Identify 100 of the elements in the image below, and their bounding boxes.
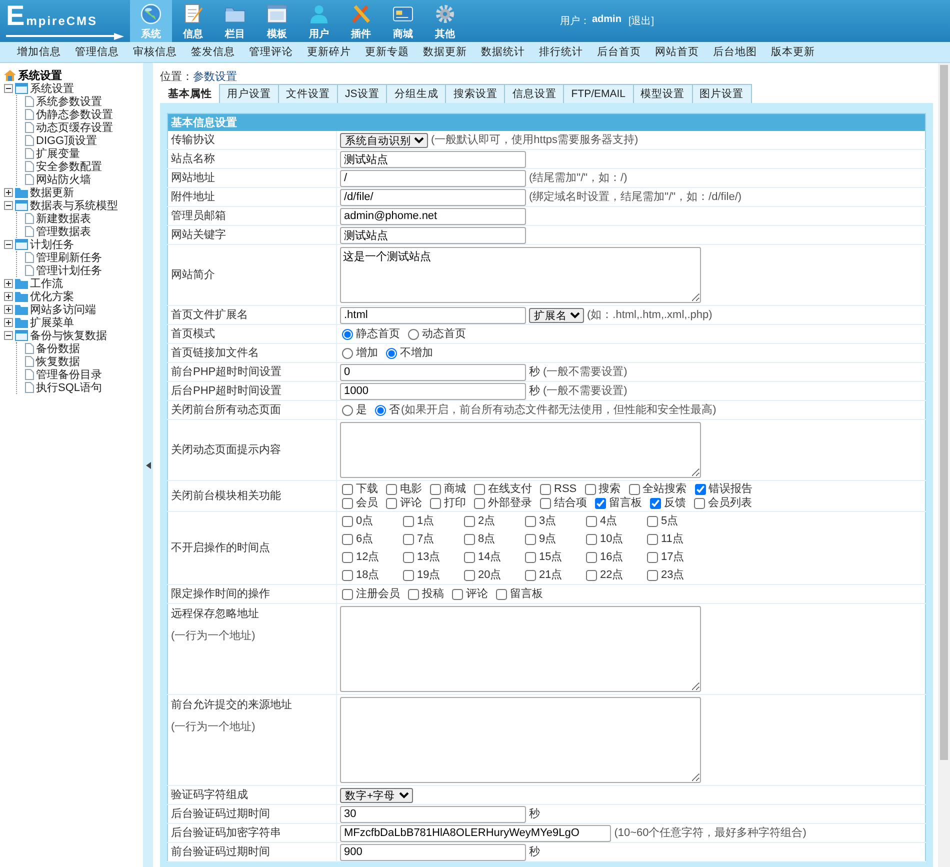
checkbox[interactable]: [525, 570, 536, 580]
text-field[interactable]: 测试站点: [340, 226, 526, 244]
collapse-toggle[interactable]: [4, 240, 13, 249]
tree-item[interactable]: 系统参数设置: [36, 94, 102, 109]
checkbox[interactable]: [540, 498, 551, 508]
dropdown[interactable]: 系统自动识别: [340, 132, 428, 148]
checkbox[interactable]: [540, 484, 551, 494]
menu-link[interactable]: 数据更新: [416, 45, 474, 59]
radio-button[interactable]: [342, 328, 353, 340]
checkbox[interactable]: [496, 588, 507, 600]
checkbox[interactable]: [474, 498, 485, 508]
nav-tab[interactable]: 模板: [256, 0, 298, 42]
expand-toggle[interactable]: [4, 188, 13, 197]
checkbox[interactable]: [584, 484, 596, 494]
scrollbar[interactable]: [938, 63, 950, 867]
tree-item[interactable]: 执行SQL语句: [36, 380, 102, 395]
tab[interactable]: 用户设置: [219, 84, 279, 103]
tab[interactable]: 搜索设置: [445, 84, 506, 103]
checkbox[interactable]: [694, 484, 706, 494]
text-field[interactable]: admin@phome.net: [340, 208, 526, 224]
checkbox[interactable]: [386, 498, 397, 508]
radio-button[interactable]: [342, 404, 353, 416]
menu-link[interactable]: 更新专题: [358, 45, 416, 59]
menu-link[interactable]: 数据统计: [474, 45, 532, 59]
tab[interactable]: 信息设置: [504, 84, 564, 103]
expand-toggle[interactable]: [4, 292, 13, 301]
collapse-toggle[interactable]: [4, 331, 13, 340]
checkbox[interactable]: [647, 534, 658, 544]
tree-item[interactable]: 动态页缓存设置: [36, 120, 113, 135]
text-field[interactable]: /: [340, 170, 526, 186]
checkbox[interactable]: [342, 552, 353, 562]
text-area[interactable]: [340, 422, 701, 478]
tree-folder[interactable]: 工作流: [30, 276, 63, 291]
tree-item[interactable]: 管理刷新任务: [36, 250, 102, 265]
expand-toggle[interactable]: [4, 279, 13, 288]
checkbox[interactable]: [464, 570, 475, 580]
checkbox[interactable]: [403, 552, 414, 562]
text-field[interactable]: 900: [340, 844, 526, 860]
tree-folder[interactable]: 扩展菜单: [30, 315, 74, 330]
tree-item[interactable]: 恢复数据: [36, 354, 80, 369]
checkbox[interactable]: [586, 534, 597, 544]
checkbox[interactable]: [342, 588, 353, 600]
checkbox[interactable]: [464, 534, 475, 544]
text-field[interactable]: 1000: [340, 382, 526, 400]
checkbox[interactable]: [650, 498, 661, 508]
expand-toggle[interactable]: [4, 318, 13, 327]
checkbox[interactable]: [647, 552, 658, 562]
text-field[interactable]: 30: [340, 806, 526, 822]
nav-tab[interactable]: 商城: [382, 0, 424, 42]
tree-item[interactable]: 备份数据: [36, 341, 80, 356]
tree-item[interactable]: 扩展变量: [36, 146, 80, 161]
tree-folder[interactable]: 备份与恢复数据: [30, 328, 107, 343]
logout-link[interactable]: [退出]: [628, 14, 654, 28]
menu-link[interactable]: 排行统计: [532, 45, 590, 59]
collapse-toggle[interactable]: [4, 84, 13, 93]
collapse-arrow-icon[interactable]: [146, 462, 150, 469]
tab[interactable]: 分组生成: [386, 84, 446, 103]
checkbox[interactable]: [647, 570, 658, 580]
menu-link[interactable]: 签发信息: [184, 45, 242, 59]
tree-item[interactable]: 管理备份目录: [36, 367, 102, 382]
checkbox[interactable]: [342, 498, 353, 508]
menu-link[interactable]: 版本更新: [764, 45, 822, 59]
tree-item[interactable]: 伪静态参数设置: [36, 107, 113, 122]
checkbox[interactable]: [452, 588, 463, 600]
tab[interactable]: 图片设置: [692, 84, 752, 103]
tree-item[interactable]: 新建数据表: [36, 211, 91, 226]
nav-tab[interactable]: 栏目: [214, 0, 256, 42]
checkbox[interactable]: [647, 516, 658, 526]
checkbox[interactable]: [403, 570, 414, 580]
menu-link[interactable]: 后台地图: [706, 45, 764, 59]
tree-item[interactable]: 管理计划任务: [36, 263, 102, 278]
tree-folder[interactable]: 计划任务: [30, 237, 74, 252]
tree-item[interactable]: DIGG顶设置: [36, 133, 98, 148]
checkbox[interactable]: [628, 484, 640, 494]
tree-item[interactable]: 网站防火墙: [36, 172, 91, 187]
tree-folder[interactable]: 数据更新: [30, 185, 74, 200]
tab[interactable]: 模型设置: [632, 84, 693, 103]
menu-link[interactable]: 后台首页: [590, 45, 648, 59]
checkbox[interactable]: [464, 516, 475, 526]
text-field[interactable]: /d/file/: [340, 188, 526, 206]
tree-folder[interactable]: 网站多访问端: [30, 302, 96, 317]
dropdown[interactable]: 数字+字母: [340, 788, 413, 802]
text-field[interactable]: 测试站点: [340, 150, 526, 168]
tree-folder[interactable]: 数据表与系统模型: [30, 198, 118, 213]
text-field[interactable]: MFzcfbDaLbB781HlA8OLERHuryWeyMYe9LgO: [340, 824, 612, 842]
checkbox[interactable]: [342, 570, 353, 580]
tree-folder[interactable]: 系统设置: [30, 81, 74, 96]
checkbox[interactable]: [430, 498, 441, 508]
text-field[interactable]: 0: [340, 364, 526, 380]
tab[interactable]: FTP/EMAIL: [563, 84, 634, 103]
checkbox[interactable]: [403, 534, 414, 544]
checkbox[interactable]: [525, 534, 536, 544]
menu-link[interactable]: 管理信息: [68, 45, 126, 59]
checkbox[interactable]: [430, 484, 441, 494]
nav-tab[interactable]: 用户: [298, 0, 340, 42]
menu-link[interactable]: 增加信息: [10, 45, 68, 59]
checkbox[interactable]: [694, 498, 705, 508]
checkbox[interactable]: [342, 516, 353, 526]
text-field[interactable]: .html: [340, 306, 526, 324]
tab[interactable]: JS设置: [337, 84, 388, 103]
